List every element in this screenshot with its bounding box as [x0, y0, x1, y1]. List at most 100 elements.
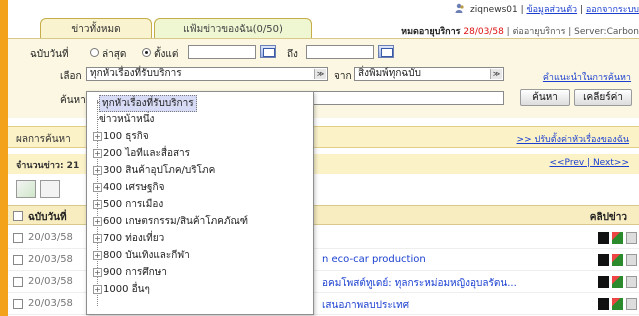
username: ziqnews01	[470, 5, 518, 15]
dropdown-item[interactable]: ทุกหัวเรื่องที่รับบริการ	[87, 93, 313, 112]
expand-plus-icon[interactable]: +	[93, 183, 102, 192]
dropdown-item-label: 1000 อื่นๆ	[103, 284, 150, 295]
calendar-to-icon[interactable]	[378, 45, 394, 58]
results-label: ผลการค้นหา	[16, 134, 71, 145]
date-to-input[interactable]	[306, 45, 374, 59]
dropdown-item[interactable]: + 100 ธุรกิจ	[87, 127, 313, 144]
dropdown-item-label: 500 การเมือง	[103, 199, 164, 210]
dropdown-item[interactable]: + 700 ท่องเที่ยว	[87, 229, 313, 246]
from-label: จาก	[334, 71, 352, 82]
row-checkbox[interactable]	[13, 299, 23, 309]
radio-latest[interactable]	[90, 48, 99, 57]
dropdown-item-label: 900 การศึกษา	[103, 267, 167, 278]
chevron-down-icon[interactable]: ≫	[314, 69, 326, 79]
col-date-header: ฉบับวันที่	[28, 212, 67, 223]
clip-icon[interactable]	[626, 276, 637, 288]
dropdown-item-label: 300 สินค้าอุปโภค/บริโภค	[103, 165, 216, 176]
radio-since-label: ตั้งแต่	[154, 49, 179, 60]
tab-all-news[interactable]: ข่าวทั้งหมด	[40, 18, 152, 40]
expand-plus-icon[interactable]: +	[93, 217, 102, 226]
clip-icon[interactable]	[612, 254, 623, 266]
clip-icon[interactable]	[598, 276, 609, 288]
dropdown-item-label: ข่าวหน้าหนึ่ง	[99, 114, 155, 125]
dropdown-item[interactable]: + 1000 อื่นๆ	[87, 280, 313, 297]
folder-icon[interactable]	[40, 180, 60, 198]
row-title-link[interactable]: เสนอภาพลบประเทศ	[322, 298, 409, 313]
date-label: ฉบับวันที่	[30, 49, 69, 60]
expand-plus-icon[interactable]: +	[93, 285, 102, 294]
expand-plus-icon[interactable]: +	[93, 166, 102, 175]
chevron-down-icon[interactable]: ≫	[490, 69, 502, 79]
user-line: ziqnews01 | ข้อมูลส่วนตัว | ออกจากระบบ	[455, 2, 639, 16]
expand-plus-icon[interactable]: +	[93, 200, 102, 209]
dropdown-item[interactable]: + 300 สินค้าอุปโภค/บริโภค	[87, 161, 313, 178]
dropdown-item[interactable]: + 200 ไอทีและสื่อสาร	[87, 144, 313, 161]
clip-icon[interactable]	[612, 298, 623, 310]
tab-strip: ข่าวทั้งหมด แฟ้มข่าวของฉัน(0/50)	[40, 18, 314, 40]
row-checkbox[interactable]	[13, 255, 23, 265]
export-icon[interactable]	[16, 180, 36, 198]
category-select-value: ทุกหัวเรื่องที่รับบริการ	[90, 68, 182, 79]
logout-link[interactable]: ออกจากระบบ	[586, 5, 639, 15]
dropdown-item-label: 200 ไอทีและสื่อสาร	[103, 148, 191, 159]
row-checkbox[interactable]	[13, 277, 23, 287]
row-title-link[interactable]: อคมโพสต์ทูเดย์: ทุลกระหม่อมหญิงอุบลรัตน.…	[322, 276, 517, 291]
top-bar: ziqnews01 | ข้อมูลส่วนตัว | ออกจากระบบ	[8, 0, 639, 20]
status-date: 28/03/58	[463, 27, 504, 37]
clip-icon[interactable]	[612, 276, 623, 288]
dropdown-item-label: 700 ท่องเที่ยว	[103, 233, 165, 244]
clip-icon[interactable]	[612, 232, 623, 244]
dropdown-item[interactable]: + 600 เกษตรกรรม/สินค้าโภคภัณฑ์	[87, 212, 313, 229]
clip-icon[interactable]	[626, 298, 637, 310]
row-date: 20/03/58	[28, 232, 73, 243]
adjust-topics-link[interactable]: >> ปรับตั้งค่าหัวเรื่องของฉัน	[517, 132, 629, 146]
dropdown-item[interactable]: ข่าวหน้าหนึ่ง	[87, 110, 313, 127]
row-title-link[interactable]: n eco-car production	[322, 254, 426, 265]
user-icon	[455, 3, 465, 13]
clip-icon[interactable]	[598, 254, 609, 266]
personal-info-link[interactable]: ข้อมูลส่วนตัว	[526, 5, 577, 15]
status-label: หมดอายุบริการ	[401, 27, 461, 37]
search-help-link[interactable]: คำแนะนำในการค้นหา	[543, 70, 631, 84]
expand-plus-icon[interactable]: +	[93, 234, 102, 243]
row-date: 20/03/58	[28, 298, 73, 309]
source-select-value: สิ่งพิมพ์ทุกฉบับ	[358, 68, 421, 79]
news-count: จำนวนข่าว: 21	[16, 161, 80, 171]
dropdown-item-label: 100 ธุรกิจ	[103, 131, 149, 142]
pager-links[interactable]: <<Prev | Next>>	[549, 158, 629, 168]
clip-icon[interactable]	[626, 232, 637, 244]
dropdown-item-label: 400 เศรษฐกิจ	[103, 182, 165, 193]
date-from-input[interactable]	[188, 45, 256, 59]
dropdown-item[interactable]: + 800 บันเทิงและกีฬา	[87, 246, 313, 263]
dropdown-item[interactable]: + 500 การเมือง	[87, 195, 313, 212]
expand-plus-icon[interactable]: +	[93, 132, 102, 141]
service-status: หมดอายุบริการ 28/03/58 | ต่ออายุบริการ |…	[401, 24, 639, 38]
category-dropdown-list: ทุกหัวเรื่องที่รับบริการ ข่าวหน้าหนึ่ง +…	[86, 91, 314, 315]
dropdown-item[interactable]: + 900 การศึกษา	[87, 263, 313, 280]
row-checkbox[interactable]	[13, 233, 23, 243]
row-date: 20/03/58	[28, 254, 73, 265]
row-date: 20/03/58	[28, 276, 73, 287]
status-extra[interactable]: | ต่ออายุบริการ | Server:Carbon	[507, 27, 639, 37]
calendar-from-icon[interactable]	[260, 45, 276, 58]
category-select[interactable]: ทุกหัวเรื่องที่รับบริการ ≫	[86, 67, 328, 81]
clear-button[interactable]: เคลียร์ค่า	[574, 89, 632, 106]
dropdown-item-label: 600 เกษตรกรรม/สินค้าโภคภัณฑ์	[103, 216, 249, 227]
expand-plus-icon[interactable]: +	[93, 251, 102, 260]
expand-plus-icon[interactable]: +	[93, 268, 102, 277]
select-all-checkbox[interactable]	[13, 211, 23, 221]
expand-plus-icon[interactable]: +	[93, 149, 102, 158]
search-button[interactable]: ค้นหา	[520, 89, 570, 106]
source-select[interactable]: สิ่งพิมพ์ทุกฉบับ ≫	[354, 67, 504, 81]
tab-my-folder[interactable]: แฟ้มข่าวของฉัน(0/50)	[154, 18, 312, 40]
radio-latest-label: ล่าสุด	[102, 49, 127, 60]
left-accent-bar	[0, 0, 8, 316]
radio-since[interactable]	[142, 48, 151, 57]
clip-icon[interactable]	[598, 298, 609, 310]
clip-icon[interactable]	[598, 232, 609, 244]
select-label: เลือก	[60, 71, 82, 82]
clip-icon[interactable]	[626, 254, 637, 266]
col-clip-header: คลิปข่าว	[589, 212, 627, 223]
keyword-label: ค้นหา	[60, 95, 86, 106]
dropdown-item[interactable]: + 400 เศรษฐกิจ	[87, 178, 313, 195]
